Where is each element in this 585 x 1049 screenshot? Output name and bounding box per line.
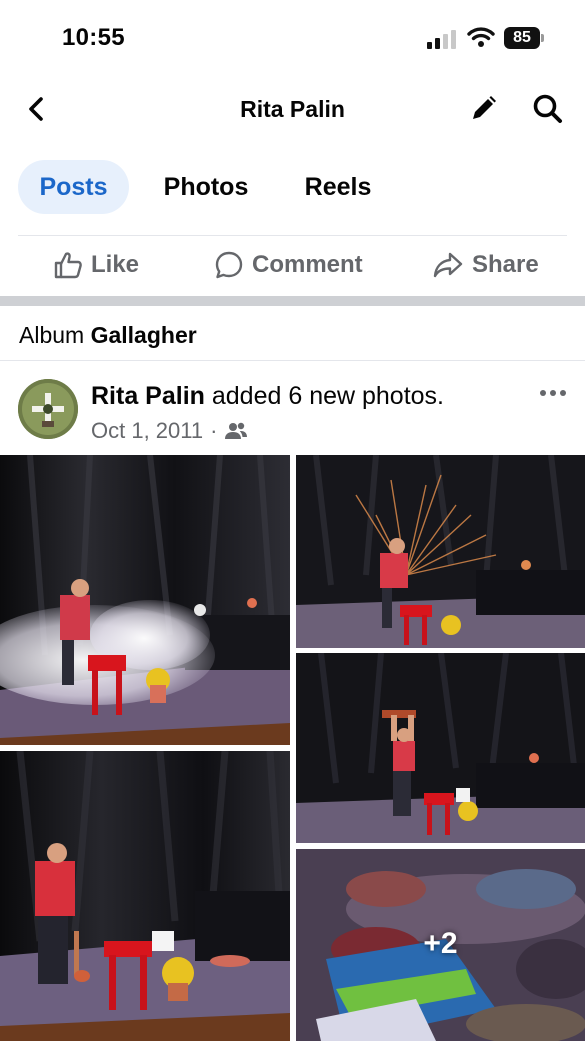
- battery-icon: 85: [504, 27, 544, 49]
- post-photo[interactable]: [0, 751, 290, 1041]
- tab-posts[interactable]: Posts: [18, 160, 129, 214]
- post-date[interactable]: Oct 1, 2011: [91, 418, 203, 444]
- post-photo-more[interactable]: +2: [296, 849, 585, 1041]
- status-time: 10:55: [62, 24, 125, 51]
- battery-cap: [541, 34, 544, 42]
- album-prefix: Album: [19, 322, 85, 348]
- status-bar: 10:55 85: [0, 0, 585, 78]
- post-author[interactable]: Rita Palin: [91, 382, 205, 410]
- section-separator: [0, 296, 585, 306]
- share-button[interactable]: Share: [432, 236, 539, 294]
- photo-image: [296, 455, 585, 648]
- post-photo[interactable]: [296, 653, 585, 843]
- tab-reels[interactable]: Reels: [288, 160, 388, 214]
- album-row[interactable]: Album Gallagher: [0, 306, 585, 360]
- comment-label: Comment: [252, 251, 363, 278]
- share-arrow-icon: [433, 252, 463, 278]
- tab-photos[interactable]: Photos: [146, 160, 266, 214]
- more-horizontal-icon: [540, 390, 566, 396]
- album-title: Album Gallagher: [19, 322, 197, 349]
- album-name[interactable]: Gallagher: [91, 322, 197, 348]
- signal-icon: [427, 30, 456, 49]
- avatar-image: [18, 379, 78, 439]
- photo-image: [296, 653, 585, 843]
- more-photos-count: +2: [423, 927, 458, 960]
- like-button[interactable]: Like: [53, 236, 139, 294]
- avatar[interactable]: [18, 379, 78, 439]
- meta-separator: ·: [210, 418, 218, 443]
- search-icon: [533, 94, 562, 123]
- post-photo[interactable]: [0, 455, 290, 745]
- profile-tabs: Posts Photos Reels: [0, 160, 585, 216]
- pencil-icon: [473, 96, 496, 119]
- more-options-button[interactable]: [536, 383, 570, 403]
- share-label: Share: [472, 251, 539, 278]
- post-action-text: added 6 new photos.: [211, 382, 445, 410]
- photo-image: [0, 751, 290, 1041]
- post-meta: Oct 1, 2011 ·: [91, 418, 248, 444]
- comment-bubble-icon: [215, 251, 243, 279]
- comment-button[interactable]: Comment: [214, 236, 363, 294]
- action-bar: Like Comment Share: [0, 236, 585, 294]
- photo-image: [0, 455, 290, 745]
- like-label: Like: [91, 251, 140, 278]
- friends-icon: [225, 422, 248, 439]
- post-photo[interactable]: [296, 455, 585, 648]
- post-header: Rita Palin added 6 new photos. Oct 1, 20…: [0, 361, 585, 455]
- thumbs-up-icon: [54, 252, 82, 279]
- edit-button[interactable]: [466, 92, 500, 126]
- post-author-line: Rita Palin added 6 new photos.: [91, 382, 444, 411]
- wifi-icon: [467, 27, 495, 47]
- battery-level: 85: [504, 27, 540, 49]
- page-header: Rita Palin: [0, 78, 585, 140]
- search-button[interactable]: [530, 92, 566, 126]
